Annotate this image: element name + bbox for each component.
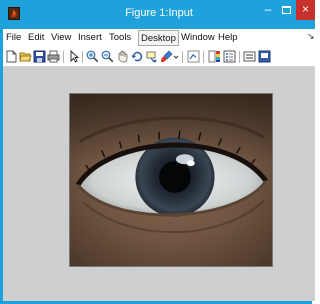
menu-help[interactable]: Help [218, 32, 238, 43]
maximize-button[interactable] [279, 0, 295, 20]
toolbar-separator [182, 51, 183, 63]
link-plot-icon[interactable] [187, 50, 200, 63]
close-button[interactable]: × [296, 0, 315, 20]
data-cursor-icon[interactable] [146, 50, 159, 63]
figure-toolbar [3, 47, 315, 67]
legend-icon[interactable] [223, 50, 236, 63]
toolbar-separator [82, 51, 83, 63]
figure-canvas[interactable] [3, 67, 315, 301]
menu-overflow-icon[interactable]: ↘ [307, 31, 315, 42]
toolbar-separator [239, 51, 240, 63]
title-bar[interactable]: Figure 1:Input – × [3, 0, 315, 29]
maximize-icon [282, 6, 291, 14]
minimize-icon: – [264, 2, 272, 16]
menu-view[interactable]: View [51, 32, 71, 43]
menu-edit[interactable]: Edit [28, 32, 44, 43]
pointer-icon[interactable] [67, 50, 80, 63]
pan-icon[interactable] [116, 50, 129, 63]
menu-file[interactable]: File [6, 32, 21, 43]
toolbar-separator [63, 51, 64, 63]
hide-plot-tools-icon[interactable] [243, 50, 256, 63]
new-figure-icon[interactable] [5, 50, 18, 63]
dropdown-icon[interactable] [173, 50, 179, 63]
menu-bar: File Edit View Insert Tools Desktop Wind… [3, 29, 315, 47]
close-icon: × [301, 2, 309, 16]
menu-insert[interactable]: Insert [78, 32, 102, 43]
rotate-3d-icon[interactable] [131, 50, 144, 63]
eye-photo [69, 93, 273, 267]
toolbar-separator [203, 51, 204, 63]
brush-icon[interactable] [160, 50, 173, 63]
print-icon[interactable] [47, 50, 60, 63]
zoom-out-icon[interactable] [101, 50, 114, 63]
zoom-in-icon[interactable] [86, 50, 99, 63]
open-file-icon[interactable] [19, 50, 32, 63]
minimize-button[interactable]: – [258, 0, 278, 20]
show-plot-tools-icon[interactable] [258, 50, 271, 63]
figure-window: Figure 1:Input – × File Edit View Insert… [0, 0, 315, 304]
colorbar-icon[interactable] [208, 50, 221, 63]
menu-tools[interactable]: Tools [109, 32, 131, 43]
menu-window[interactable]: Window [181, 32, 215, 43]
save-icon[interactable] [33, 50, 46, 63]
menu-desktop[interactable]: Desktop [138, 30, 179, 46]
